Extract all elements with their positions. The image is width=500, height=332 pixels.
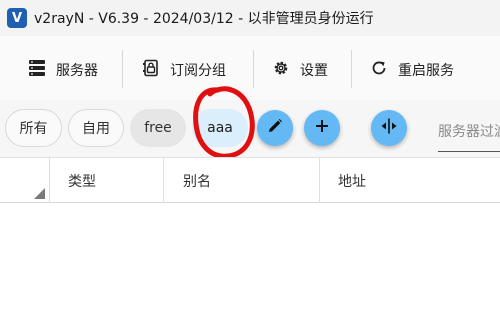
group-chip-self-use[interactable]: 自用 bbox=[68, 109, 124, 147]
servers-label: 服务器 bbox=[56, 63, 98, 79]
window-title: v2rayN - V6.39 - 2024/03/12 - 以非管理员身份运行 bbox=[34, 11, 374, 27]
group-chip-aaa[interactable]: aaa bbox=[192, 109, 248, 147]
server-filter-input[interactable]: 服务器过滤 bbox=[438, 110, 500, 152]
group-bar: 所有 自用 free aaa 服务器过滤 bbox=[0, 100, 500, 157]
column-divider bbox=[163, 158, 164, 204]
column-divider bbox=[319, 158, 320, 204]
subscription-group-label: 订阅分组 bbox=[170, 63, 226, 79]
split-arrows-icon bbox=[380, 117, 398, 139]
settings-label: 设置 bbox=[300, 63, 328, 79]
column-divider bbox=[49, 158, 50, 204]
server-table-body bbox=[0, 203, 500, 332]
restart-service-button[interactable]: 重启服务 bbox=[370, 56, 454, 84]
add-group-button[interactable] bbox=[304, 110, 340, 146]
column-header-type[interactable]: 类型 bbox=[68, 158, 96, 204]
title-bar: V v2rayN - V6.39 - 2024/03/12 - 以非管理员身份运… bbox=[0, 0, 500, 36]
edit-group-button[interactable] bbox=[257, 110, 293, 146]
app-logo-icon: V bbox=[7, 8, 27, 28]
subscription-icon bbox=[142, 59, 160, 81]
pencil-icon bbox=[266, 117, 284, 139]
restart-service-label: 重启服务 bbox=[398, 63, 454, 79]
toolbar-divider bbox=[122, 50, 123, 88]
toolbar-divider bbox=[351, 50, 352, 88]
main-toolbar: 服务器 订阅分组 设置 重启服务 bbox=[0, 36, 500, 100]
column-header-alias[interactable]: 别名 bbox=[183, 158, 211, 204]
move-group-button[interactable] bbox=[371, 110, 407, 146]
server-stack-icon bbox=[28, 59, 46, 81]
gear-icon bbox=[272, 59, 290, 81]
toolbar-divider bbox=[253, 50, 254, 88]
select-all-corner-icon[interactable] bbox=[34, 188, 45, 199]
plus-icon bbox=[313, 117, 331, 139]
servers-button[interactable]: 服务器 bbox=[28, 56, 98, 84]
server-table-header: 类型 别名 地址 bbox=[0, 157, 500, 204]
column-header-address[interactable]: 地址 bbox=[338, 158, 366, 204]
subscription-group-button[interactable]: 订阅分组 bbox=[142, 56, 226, 84]
refresh-icon bbox=[370, 59, 388, 81]
group-chip-free[interactable]: free bbox=[130, 109, 186, 147]
group-chip-all[interactable]: 所有 bbox=[5, 109, 62, 147]
settings-button[interactable]: 设置 bbox=[272, 56, 328, 84]
